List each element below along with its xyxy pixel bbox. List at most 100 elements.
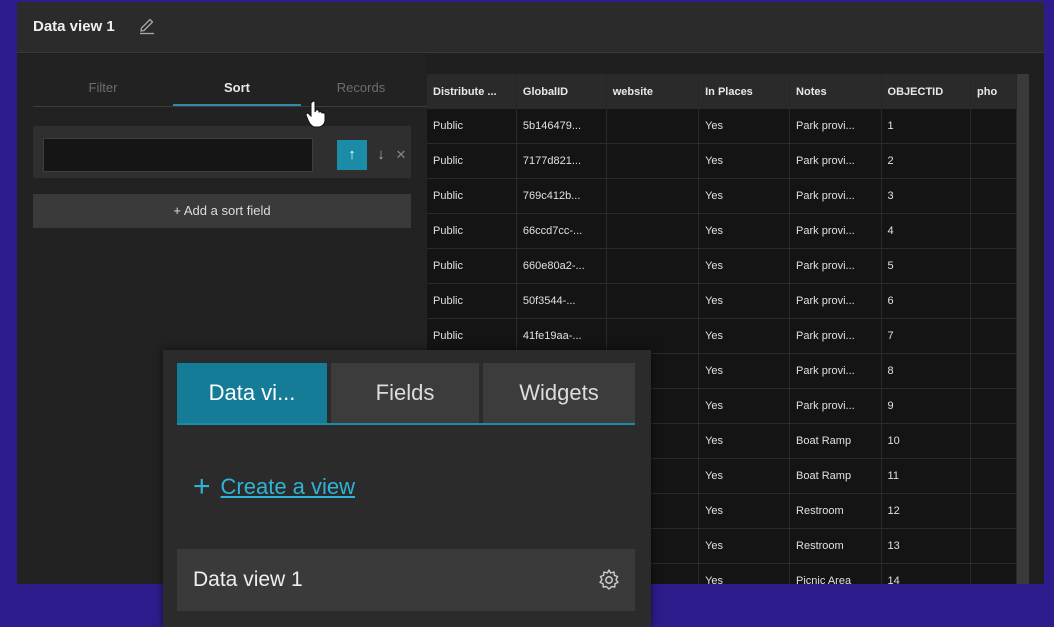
table-cell[interactable]: [606, 213, 700, 249]
table-cell[interactable]: Park provi...: [789, 248, 882, 284]
table-cell[interactable]: [970, 109, 1017, 144]
table-cell[interactable]: Yes: [698, 458, 791, 494]
view-list-item[interactable]: Data view 1: [177, 549, 635, 611]
tab-filter[interactable]: Filter: [43, 80, 163, 95]
table-cell[interactable]: Yes: [698, 213, 791, 249]
create-view-link[interactable]: + Create a view: [193, 470, 355, 504]
table-row[interactable]: Public 41fe19aa-... Yes Park provi... 7: [427, 318, 1017, 354]
tab-sort[interactable]: Sort: [177, 80, 297, 95]
table-cell[interactable]: [606, 318, 700, 354]
table-cell[interactable]: Boat Ramp: [789, 423, 882, 459]
tab-records[interactable]: Records: [301, 80, 421, 95]
create-view-label[interactable]: Create a view: [221, 474, 356, 499]
sort-field-input[interactable]: [43, 138, 313, 172]
table-row[interactable]: Public 7177d821... Yes Park provi... 2: [427, 143, 1017, 179]
table-cell[interactable]: 660e80a2-...: [516, 248, 607, 284]
table-cell[interactable]: 10: [881, 423, 972, 459]
column-header[interactable]: Notes: [789, 74, 882, 109]
table-cell[interactable]: 7177d821...: [516, 143, 607, 179]
table-cell[interactable]: Park provi...: [789, 178, 882, 214]
table-cell[interactable]: 3: [881, 178, 972, 214]
table-cell[interactable]: Yes: [698, 143, 791, 179]
table-cell[interactable]: [970, 458, 1017, 494]
table-cell[interactable]: Boat Ramp: [789, 458, 882, 494]
table-row[interactable]: Public 50f3544-... Yes Park provi... 6: [427, 283, 1017, 319]
table-cell[interactable]: 12: [881, 493, 972, 529]
table-cell[interactable]: Restroom: [789, 528, 882, 564]
table-row[interactable]: Public 66ccd7cc-... Yes Park provi... 4: [427, 213, 1017, 249]
pencil-icon[interactable]: [138, 17, 156, 35]
table-cell[interactable]: 50f3544-...: [516, 283, 607, 319]
table-row[interactable]: Public 769c412b... Yes Park provi... 3: [427, 178, 1017, 214]
table-cell[interactable]: Public: [427, 248, 517, 284]
table-cell[interactable]: [970, 353, 1017, 389]
table-cell[interactable]: Park provi...: [789, 283, 882, 319]
table-cell[interactable]: Yes: [698, 318, 791, 354]
table-cell[interactable]: [970, 283, 1017, 319]
table-cell[interactable]: Public: [427, 109, 517, 144]
table-cell[interactable]: [970, 248, 1017, 284]
table-cell[interactable]: Yes: [698, 248, 791, 284]
table-cell[interactable]: [970, 493, 1017, 529]
column-header[interactable]: pho: [970, 74, 1017, 109]
table-cell[interactable]: Public: [427, 143, 517, 179]
table-cell[interactable]: Park provi...: [789, 318, 882, 354]
tab-data-views[interactable]: Data vi...: [177, 363, 327, 423]
column-header[interactable]: Distribute ...: [427, 74, 517, 109]
column-header[interactable]: In Places: [698, 74, 791, 109]
table-cell[interactable]: Restroom: [789, 493, 882, 529]
remove-sort-button[interactable]: ✕: [393, 140, 409, 170]
table-cell[interactable]: Picnic Area: [789, 563, 882, 584]
gear-icon[interactable]: [597, 568, 621, 592]
table-cell[interactable]: 1: [881, 109, 972, 144]
table-cell[interactable]: [970, 213, 1017, 249]
table-cell[interactable]: Yes: [698, 423, 791, 459]
table-row[interactable]: Public 5b146479... Yes Park provi... 1: [427, 109, 1017, 144]
add-sort-field-button[interactable]: + Add a sort field: [33, 194, 411, 228]
table-cell[interactable]: 8: [881, 353, 972, 389]
sort-descending-button[interactable]: ↓: [371, 140, 391, 170]
table-cell[interactable]: Yes: [698, 283, 791, 319]
table-cell[interactable]: 6: [881, 283, 972, 319]
table-cell[interactable]: 5b146479...: [516, 109, 607, 144]
table-cell[interactable]: Public: [427, 213, 517, 249]
table-cell[interactable]: Park provi...: [789, 353, 882, 389]
table-cell[interactable]: [970, 423, 1017, 459]
table-cell[interactable]: Yes: [698, 528, 791, 564]
table-cell[interactable]: [970, 318, 1017, 354]
tab-fields[interactable]: Fields: [331, 363, 479, 423]
table-cell[interactable]: Yes: [698, 493, 791, 529]
table-cell[interactable]: Park provi...: [789, 143, 882, 179]
table-cell[interactable]: 66ccd7cc-...: [516, 213, 607, 249]
table-cell[interactable]: Yes: [698, 178, 791, 214]
table-cell[interactable]: 7: [881, 318, 972, 354]
table-cell[interactable]: [606, 109, 700, 144]
table-cell[interactable]: [606, 143, 700, 179]
table-cell[interactable]: Park provi...: [789, 109, 882, 144]
table-cell[interactable]: [970, 563, 1017, 584]
table-cell[interactable]: 9: [881, 388, 972, 424]
column-header[interactable]: GlobalID: [516, 74, 607, 109]
table-cell[interactable]: 4: [881, 213, 972, 249]
table-cell[interactable]: [970, 143, 1017, 179]
table-cell[interactable]: 2: [881, 143, 972, 179]
table-cell[interactable]: Yes: [698, 109, 791, 144]
table-cell[interactable]: Park provi...: [789, 388, 882, 424]
table-cell[interactable]: [606, 178, 700, 214]
table-cell[interactable]: Yes: [698, 563, 791, 584]
tab-widgets[interactable]: Widgets: [483, 363, 635, 423]
table-row[interactable]: Public 660e80a2-... Yes Park provi... 5: [427, 248, 1017, 284]
table-cell[interactable]: Public: [427, 283, 517, 319]
column-header[interactable]: OBJECTID: [881, 74, 972, 109]
table-cell[interactable]: [606, 248, 700, 284]
column-header[interactable]: website: [606, 74, 700, 109]
table-cell[interactable]: Public: [427, 178, 517, 214]
table-cell[interactable]: [970, 178, 1017, 214]
table-cell[interactable]: [970, 388, 1017, 424]
table-cell[interactable]: 13: [881, 528, 972, 564]
table-cell[interactable]: Yes: [698, 388, 791, 424]
table-cell[interactable]: 41fe19aa-...: [516, 318, 607, 354]
table-cell[interactable]: [970, 528, 1017, 564]
table-cell[interactable]: 14: [881, 563, 972, 584]
table-cell[interactable]: Public: [427, 318, 517, 354]
